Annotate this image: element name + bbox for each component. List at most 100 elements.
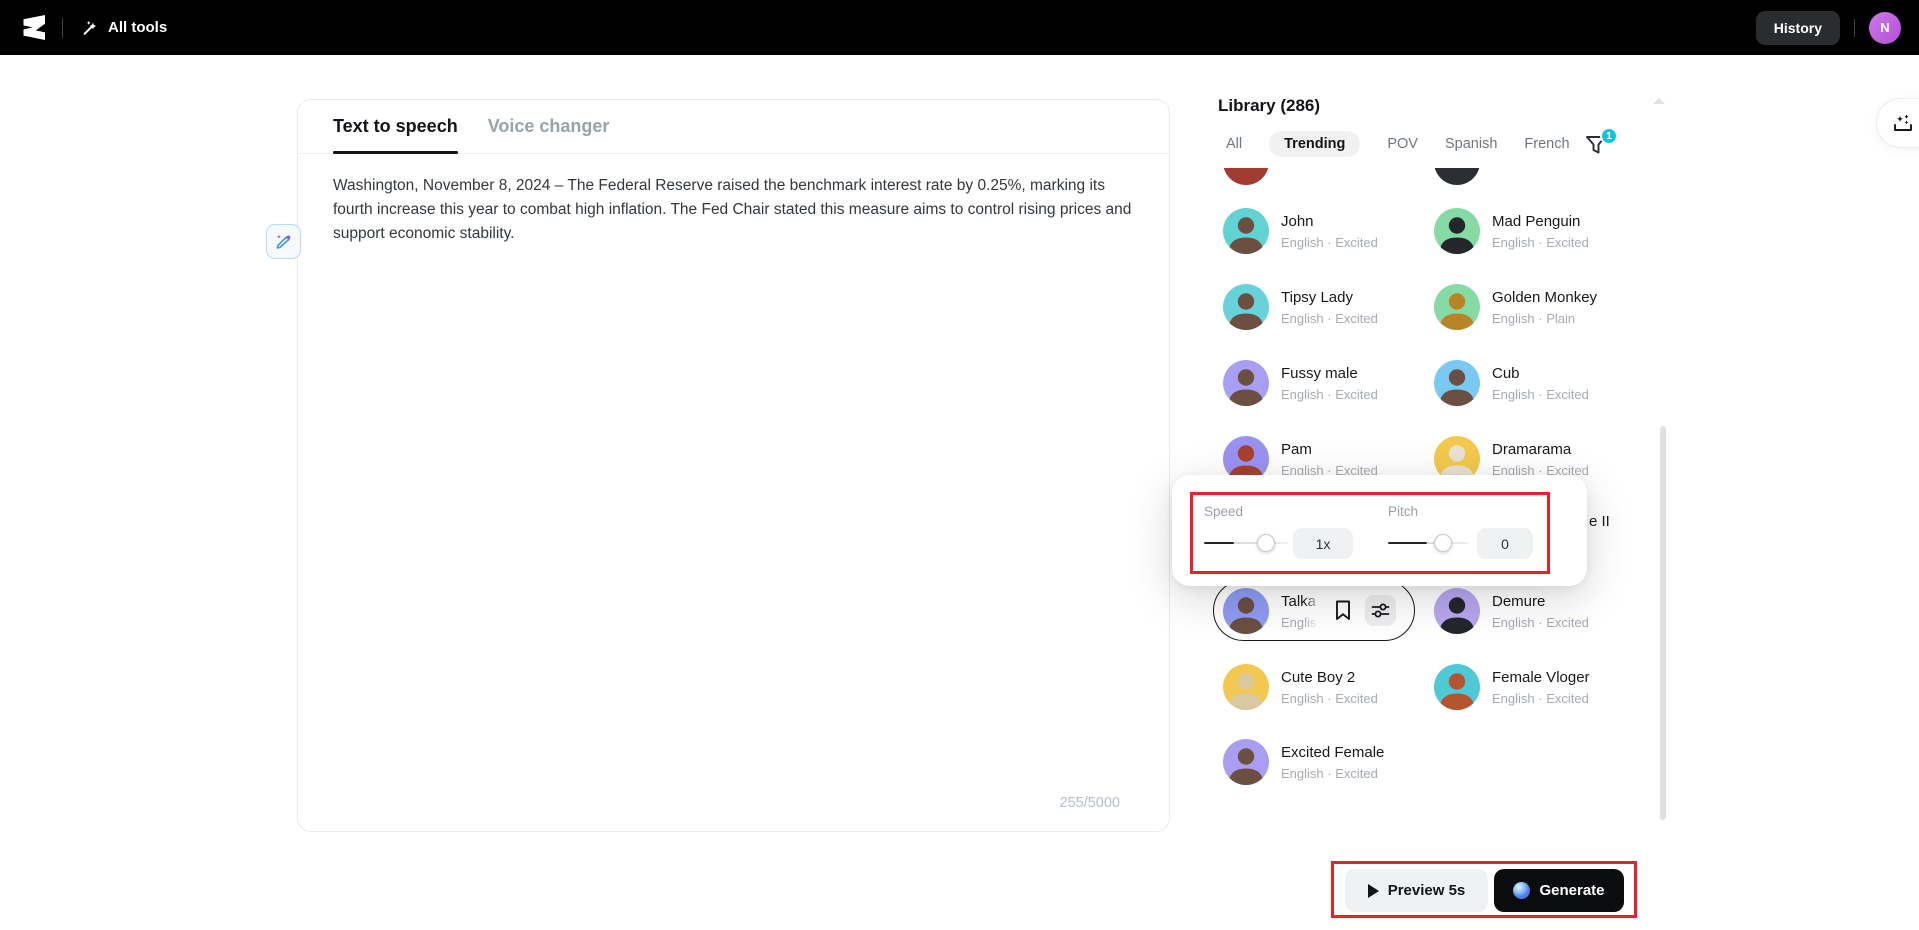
voice-meta: Cub English · Excited [1492,365,1589,402]
voice-name: Mad Penguin [1492,212,1581,230]
filter-chip-all[interactable]: All [1226,131,1242,157]
voice-meta: Mad Penguin English · Excited [1492,213,1589,250]
voice-meta: Demure English · Excited [1492,593,1589,630]
voice-row[interactable]: Golden Monkey English · Plain [1434,284,1597,330]
speed-value-box[interactable]: 1x [1293,528,1353,559]
voice-name: Pam [1281,440,1312,458]
filter-chip-spanish[interactable]: Spanish [1445,131,1497,157]
voice-name: Female Vloger [1492,668,1590,686]
voice-row[interactable]: Female Vloger English · Excited [1434,664,1590,710]
voice-name: Tipsy Lady [1281,288,1353,306]
pitch-label: Pitch [1388,504,1419,519]
voice-avatar [1434,664,1480,710]
voice-row-partial[interactable] [1223,168,1269,185]
voice-subtitle: English · Excited [1281,310,1378,326]
generate-label: Generate [1539,882,1605,899]
voice-meta: Excited Female English · Excited [1281,744,1384,781]
voice-name: Fussy male [1281,364,1358,382]
preview-button[interactable]: Preview 5s [1345,869,1488,912]
generated-results-tray[interactable] [1876,98,1919,148]
speed-label: Speed [1204,504,1244,519]
voice-subtitle: English · Excited [1281,765,1378,781]
voice-name: Excited Female [1281,743,1385,761]
voice-row[interactable]: Mad Penguin English · Excited [1434,208,1589,254]
speed-slider-handle[interactable] [1257,534,1275,552]
voice-subtitle: English · Excited [1492,690,1589,706]
tts-editor-panel: Text to speech Voice changer Washington,… [297,99,1170,832]
editor-tabs: Text to speech Voice changer [298,100,1169,154]
voice-meta: John English · Excited [1281,213,1378,250]
speed-slider[interactable] [1204,534,1288,552]
ai-edit-button[interactable] [266,224,301,259]
hidden-voice-name-fragment: e II [1589,513,1610,530]
voice-name: John [1281,212,1314,230]
history-button[interactable]: History [1755,10,1840,45]
voice-row[interactable]: Tipsy Lady English · Excited [1223,284,1378,330]
top-bar: All tools History N [0,0,1919,55]
voice-name: Cub [1492,364,1520,382]
scroll-top-hint-icon [1653,98,1665,104]
voice-meta: Golden Monkey English · Plain [1492,289,1597,326]
voice-meta: Female Vloger English · Excited [1492,669,1590,706]
voice-avatar [1223,360,1269,406]
generate-button[interactable]: Generate [1494,869,1624,912]
tab-text-to-speech[interactable]: Text to speech [333,116,458,154]
voice-avatar [1434,588,1480,634]
voice-meta: Pam English · Excited [1281,441,1378,478]
voice-avatar [1434,360,1480,406]
voice-meta: Talka Englis [1281,593,1323,630]
voice-row[interactable]: Fussy male English · Excited [1223,360,1378,406]
voice-name: Golden Monkey [1492,288,1598,306]
voice-avatar [1223,208,1269,254]
filter-chip-trending[interactable]: Trending [1269,131,1361,157]
voice-row[interactable]: Talka Englis [1223,588,1323,634]
voice-row[interactable]: John English · Excited [1223,208,1378,254]
voice-avatar [1223,168,1269,185]
voice-avatar [1434,284,1480,330]
voice-subtitle: English · Excited [1492,386,1589,402]
pitch-slider-handle[interactable] [1434,534,1452,552]
filter-chip-french[interactable]: French [1524,131,1569,157]
voice-row[interactable]: Excited Female English · Excited [1223,739,1384,785]
topbar-divider [1854,18,1855,37]
capcut-logo-icon[interactable] [20,14,46,42]
voice-avatar [1223,588,1269,634]
voice-meta: Dramarama English · Excited [1492,441,1589,478]
voice-row-partial[interactable] [1434,168,1480,185]
edit-pencil-icon [276,235,291,249]
all-tools-button[interactable]: All tools [81,19,167,37]
voice-row[interactable]: Cute Boy 2 English · Excited [1223,664,1378,710]
bookmark-button[interactable] [1330,595,1356,626]
voice-settings-button[interactable] [1365,595,1396,626]
library-filter-chips: All Trending POV Spanish French [1226,131,1570,157]
sliders-icon [1371,603,1390,618]
user-avatar[interactable]: N [1869,11,1901,44]
voice-subtitle: English · Excited [1281,386,1378,402]
voice-name: Cute Boy 2 [1281,668,1356,686]
library-scrollbar[interactable] [1660,426,1666,820]
topbar-divider [62,17,63,38]
voice-meta: Tipsy Lady English · Excited [1281,289,1378,326]
play-icon [1367,883,1379,898]
all-tools-label: All tools [108,19,168,36]
voice-subtitle: English · Excited [1492,234,1589,250]
voice-avatar [1223,739,1269,785]
filter-chip-pov[interactable]: POV [1387,131,1418,157]
voice-name: Dramarama [1492,440,1572,458]
voice-subtitle: English · Excited [1492,614,1589,630]
voice-avatar [1434,208,1480,254]
magic-wand-icon [83,20,97,35]
voice-row[interactable]: Cub English · Excited [1434,360,1589,406]
pitch-value-box[interactable]: 0 [1477,528,1533,559]
results-tray-icon [1894,114,1912,131]
voice-subtitle: Englis [1281,614,1317,630]
pitch-slider[interactable] [1388,534,1468,552]
ai-orb-icon [1513,882,1531,899]
voice-subtitle: English · Plain [1492,310,1576,326]
tts-text-input[interactable]: Washington, November 8, 2024 – The Feder… [333,174,1138,246]
voice-row[interactable]: Demure English · Excited [1434,588,1589,634]
filter-count-badge: 1 [1600,127,1618,145]
voice-avatar [1223,664,1269,710]
tab-voice-changer[interactable]: Voice changer [488,116,610,153]
preview-label: Preview 5s [1387,882,1466,899]
